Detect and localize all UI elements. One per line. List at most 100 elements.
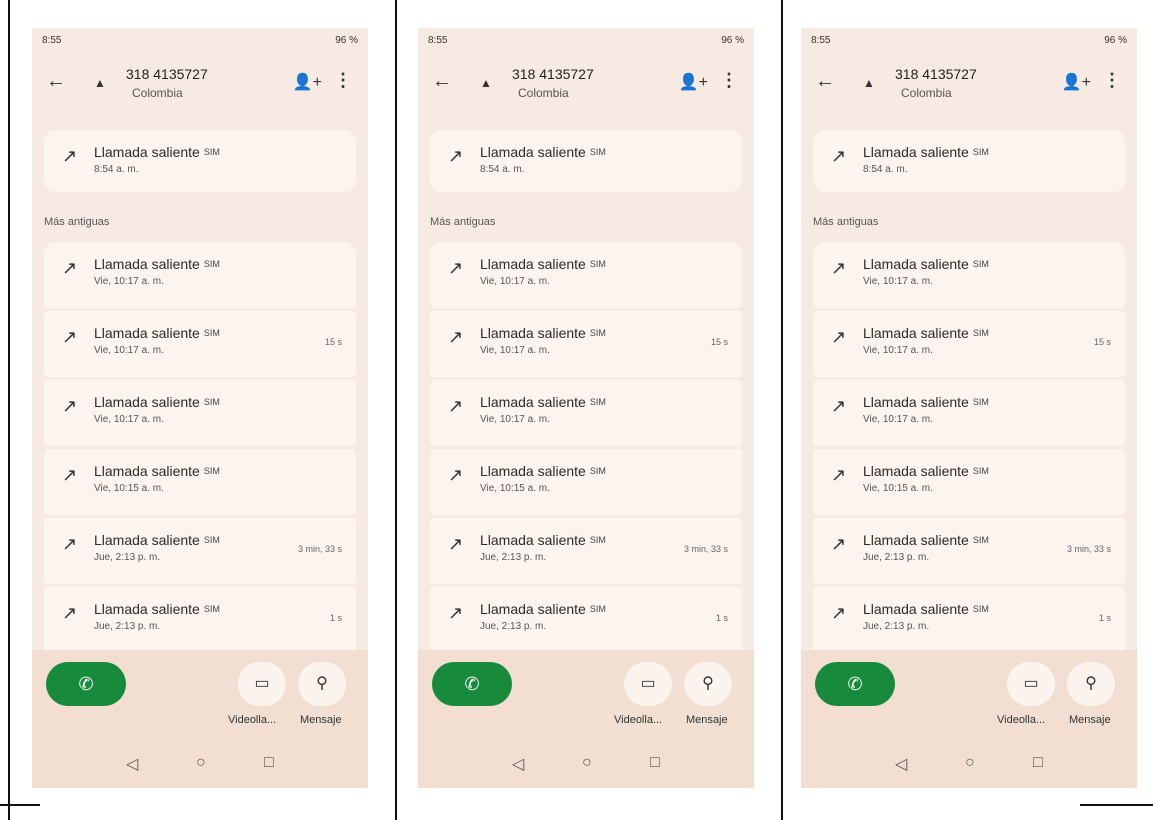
status-time: 8:55 — [428, 35, 448, 46]
app-header: ← ▲ 318 4135727 Colombia 👤+ ⋮ — [418, 62, 754, 112]
call-button[interactable]: ✆ — [46, 662, 126, 706]
call-duration: 15 s — [710, 337, 728, 347]
sim-icon: SIM — [203, 604, 220, 614]
add-contact-icon[interactable]: 👤+ — [293, 72, 322, 92]
status-bar: 8:55 96 % — [811, 35, 1127, 49]
phone-number: 318 4135727 — [126, 66, 208, 82]
call-type-label: Llamada saliente SIM — [863, 463, 989, 479]
call-entry[interactable]: ↗ Llamada saliente SIM Jue, 2:13 p. m. 1 … — [44, 587, 356, 653]
call-entry[interactable]: ↗ Llamada saliente SIM Vie, 10:15 a. m. — [44, 449, 356, 515]
outgoing-call-icon: ↗ — [62, 327, 78, 347]
call-entry[interactable]: ↗ Llamada saliente SIM 8:54 a. m. — [430, 130, 742, 192]
call-entry[interactable]: ↗ Llamada saliente SIM Vie, 10:17 a. m. — [430, 242, 742, 308]
add-contact-icon[interactable]: 👤+ — [679, 72, 708, 92]
call-entry[interactable]: ↗ Llamada saliente SIM Jue, 2:13 p. m. 1 … — [430, 587, 742, 653]
call-button[interactable]: ✆ — [815, 662, 895, 706]
sim-icon: SIM — [203, 147, 220, 157]
outgoing-call-icon: ↗ — [62, 534, 78, 554]
status-bar: 8:55 96 % — [42, 35, 358, 49]
call-entry[interactable]: ↗ Llamada saliente SIM Vie, 10:17 a. m. — [44, 380, 356, 446]
call-entry[interactable]: ↗ Llamada saliente SIM Jue, 2:13 p. m. 1 … — [813, 587, 1125, 653]
back-arrow-icon[interactable]: ← — [46, 70, 66, 93]
divider-line — [395, 0, 397, 820]
call-time: Jue, 2:13 p. m. — [480, 621, 547, 632]
divider-line — [8, 0, 10, 820]
app-header: ← ▲ 318 4135727 Colombia 👤+ ⋮ — [32, 62, 368, 112]
sim-icon: SIM — [972, 535, 989, 545]
message-button[interactable]: ⚲ — [298, 662, 346, 706]
nav-back-icon[interactable]: ◁ — [126, 754, 138, 774]
call-entry[interactable]: ↗ Llamada saliente SIM Vie, 10:17 a. m. 1… — [44, 311, 356, 377]
call-duration: 1 s — [715, 613, 728, 623]
nav-home-icon[interactable]: ○ — [965, 754, 975, 772]
call-entry[interactable]: ↗ Llamada saliente SIM Vie, 10:15 a. m. — [430, 449, 742, 515]
section-header: Más antiguas — [430, 216, 496, 228]
call-time: 8:54 a. m. — [863, 164, 908, 175]
outgoing-call-icon: ↗ — [62, 258, 78, 278]
outgoing-call-icon: ↗ — [448, 534, 464, 554]
divider-line — [0, 804, 40, 806]
bottom-action-bar: ✆ ▭ ⚲ Videolla... Mensaje ◁ ○ □ — [801, 650, 1137, 788]
message-button[interactable]: ⚲ — [1067, 662, 1115, 706]
status-battery: 96 % — [721, 35, 744, 46]
call-entry[interactable]: ↗ Llamada saliente SIM Vie, 10:17 a. m. — [430, 380, 742, 446]
call-entry[interactable]: ↗ Llamada saliente SIM Jue, 2:13 p. m. 3 … — [813, 518, 1125, 584]
call-duration: 3 min, 33 s — [297, 544, 342, 554]
call-time: Vie, 10:17 a. m. — [863, 414, 933, 425]
outgoing-call-icon: ↗ — [62, 603, 78, 623]
call-entry[interactable]: ↗ Llamada saliente SIM Vie, 10:17 a. m. 1… — [430, 311, 742, 377]
status-time: 8:55 — [42, 35, 62, 46]
message-button[interactable]: ⚲ — [684, 662, 732, 706]
more-options-icon[interactable]: ⋮ — [1103, 70, 1121, 91]
outgoing-call-icon: ↗ — [448, 258, 464, 278]
status-bar: 8:55 96 % — [428, 35, 744, 49]
status-battery: 96 % — [1104, 35, 1127, 46]
call-duration: 15 s — [324, 337, 342, 347]
outgoing-call-icon: ↗ — [448, 603, 464, 623]
outgoing-call-icon: ↗ — [831, 465, 847, 485]
call-time: Jue, 2:13 p. m. — [480, 552, 547, 563]
back-arrow-icon[interactable]: ← — [815, 70, 835, 93]
call-entry[interactable]: ↗ Llamada saliente SIM 8:54 a. m. — [813, 130, 1125, 192]
nav-recents-icon[interactable]: □ — [1033, 754, 1043, 772]
call-entry[interactable]: ↗ Llamada saliente SIM Vie, 10:17 a. m. 1… — [813, 311, 1125, 377]
add-contact-icon[interactable]: 👤+ — [1062, 72, 1091, 92]
nav-back-icon[interactable]: ◁ — [512, 754, 524, 774]
video-call-button[interactable]: ▭ — [1007, 662, 1055, 706]
call-entry[interactable]: ↗ Llamada saliente SIM Jue, 2:13 p. m. 3 … — [430, 518, 742, 584]
call-type-label: Llamada saliente SIM — [480, 463, 606, 479]
outgoing-call-icon: ↗ — [831, 396, 847, 416]
bottom-action-bar: ✆ ▭ ⚲ Videolla... Mensaje ◁ ○ □ — [32, 650, 368, 788]
call-entry[interactable]: ↗ Llamada saliente SIM Jue, 2:13 p. m. 3 … — [44, 518, 356, 584]
call-entry[interactable]: ↗ Llamada saliente SIM Vie, 10:17 a. m. — [813, 380, 1125, 446]
call-time: Vie, 10:15 a. m. — [94, 483, 164, 494]
nav-recents-icon[interactable]: □ — [650, 754, 660, 772]
sim-icon: SIM — [589, 328, 606, 338]
call-entry[interactable]: ↗ Llamada saliente SIM Vie, 10:15 a. m. — [813, 449, 1125, 515]
nav-home-icon[interactable]: ○ — [582, 754, 592, 772]
more-options-icon[interactable]: ⋮ — [334, 70, 352, 91]
call-button[interactable]: ✆ — [432, 662, 512, 706]
nav-recents-icon[interactable]: □ — [264, 754, 274, 772]
outgoing-call-icon: ↗ — [62, 146, 78, 166]
nav-home-icon[interactable]: ○ — [196, 754, 206, 772]
divider-line — [1080, 804, 1153, 806]
sim-icon: SIM — [589, 259, 606, 269]
call-entry[interactable]: ↗ Llamada saliente SIM 8:54 a. m. — [44, 130, 356, 192]
call-type-label: Llamada saliente SIM — [863, 256, 989, 272]
sim-icon: SIM — [203, 535, 220, 545]
nav-back-icon[interactable]: ◁ — [895, 754, 907, 774]
call-time: 8:54 a. m. — [480, 164, 525, 175]
more-options-icon[interactable]: ⋮ — [720, 70, 738, 91]
call-entry[interactable]: ↗ Llamada saliente SIM Vie, 10:17 a. m. — [813, 242, 1125, 308]
country-label: Colombia — [901, 86, 952, 100]
sim-icon: SIM — [203, 466, 220, 476]
sim-icon: SIM — [589, 147, 606, 157]
back-arrow-icon[interactable]: ← — [432, 70, 452, 93]
phone-screenshot-3: 8:55 96 % ← ▲ 318 4135727 Colombia 👤+ ⋮ … — [801, 28, 1137, 788]
call-duration: 15 s — [1093, 337, 1111, 347]
call-entry[interactable]: ↗ Llamada saliente SIM Vie, 10:17 a. m. — [44, 242, 356, 308]
video-call-button[interactable]: ▭ — [624, 662, 672, 706]
video-call-button[interactable]: ▭ — [238, 662, 286, 706]
call-time: Vie, 10:17 a. m. — [863, 276, 933, 287]
